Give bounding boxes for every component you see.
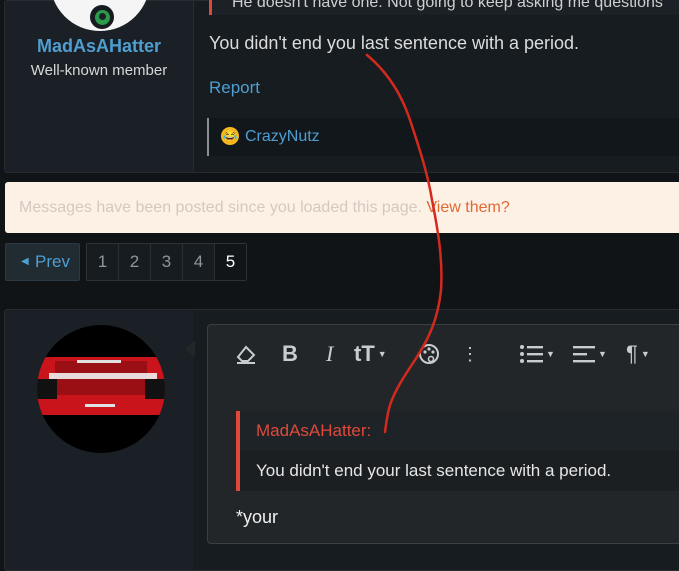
online-status-icon [90,5,114,29]
user-title: Well-known member [30,62,168,79]
message-body: You didn't end you last sentence with a … [209,33,580,53]
laughing-emoji-icon: 😂 [221,127,239,145]
new-messages-notice: Messages have been posted since you load… [5,182,679,233]
rich-text-editor[interactable]: B I tT ▼ ⋮ ▼ ▼ ¶ ▼ MadAsAHatter: You didn'… [207,324,679,544]
text-size-icon[interactable]: tT ▼ [354,342,387,366]
quote-stub-text: He doesn't have one. Not going to keep a… [232,0,663,11]
user-info-cell: MadAsAHatter Well-known member [5,0,194,172]
page-link[interactable]: 1 [87,244,119,280]
page-link[interactable]: 3 [151,244,183,280]
quote-author[interactable]: MadAsAHatter: [256,421,371,441]
reactions-bar[interactable]: 😂 CrazyNutz [207,118,679,156]
quote-body: You didn't end your last sentence with a… [256,461,612,480]
italic-icon[interactable]: I [326,342,333,366]
editor-toolbar: B I tT ▼ ⋮ ▼ ▼ ¶ ▼ [208,325,679,385]
editor-pointer [185,340,195,358]
prev-page-button[interactable]: ◀ Prev [5,243,80,281]
paragraph-icon[interactable]: ¶ ▼ [626,342,650,366]
quote-block: MadAsAHatter: You didn't end your last s… [236,411,679,491]
page-numbers: 1 2 3 4 5 [86,243,247,281]
align-icon[interactable]: ▼ [573,342,607,366]
reply-input-text[interactable]: *your [236,507,278,528]
more-vertical-icon[interactable]: ⋮ [461,342,479,366]
quick-reply: B I tT ▼ ⋮ ▼ ▼ ¶ ▼ MadAsAHatter: You didn'… [4,309,679,571]
page-link[interactable]: 2 [119,244,151,280]
palette-icon[interactable] [418,342,440,366]
prev-label: Prev [35,252,70,271]
avatar[interactable] [37,325,165,453]
bold-icon[interactable]: B [282,342,298,366]
eraser-icon[interactable] [234,342,258,366]
report-link[interactable]: Report [209,78,260,98]
reply-user-cell [5,310,193,570]
message-post: MadAsAHatter Well-known member He doesn'… [4,0,679,173]
quote-stub: He doesn't have one. Not going to keep a… [209,0,679,15]
page-link[interactable]: 4 [183,244,215,280]
view-them-link[interactable]: View them? [426,199,509,216]
list-icon[interactable]: ▼ [519,342,555,366]
notice-text: Messages have been posted since you load… [19,199,422,216]
page-link-current[interactable]: 5 [215,244,246,280]
username-link[interactable]: MadAsAHatter [5,36,193,57]
reaction-user-link[interactable]: CrazyNutz [245,128,320,146]
quote-header: MadAsAHatter: [240,411,679,451]
chevron-left-icon: ◀ [21,256,29,267]
